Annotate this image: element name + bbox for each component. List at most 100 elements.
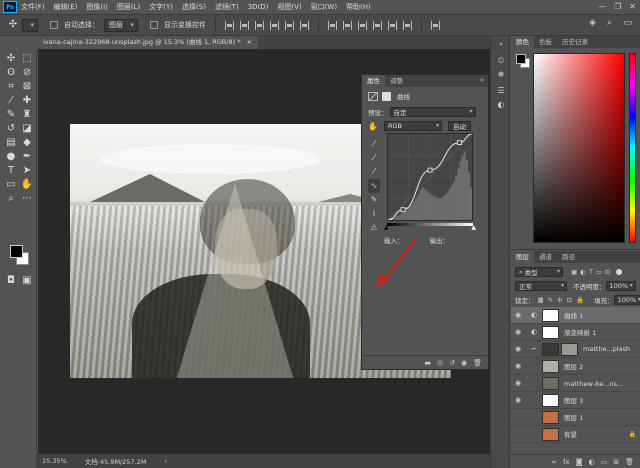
layer-thumbnail[interactable] — [542, 359, 559, 373]
move-tool-icon[interactable]: ✣ — [4, 52, 18, 66]
align-bottom-icon[interactable] — [255, 20, 264, 30]
tab-channels[interactable]: 通道 — [534, 251, 557, 263]
view-previous-icon[interactable]: ◎ — [437, 359, 443, 367]
tool-preset-dropdown[interactable] — [22, 18, 38, 32]
visibility-eye-icon[interactable]: ◉ — [512, 396, 524, 404]
layer-thumbnail[interactable] — [542, 393, 559, 407]
auto-select-dropdown[interactable]: 图层 — [104, 18, 138, 32]
move-tool-icon[interactable]: ✣ — [6, 18, 20, 32]
blur-tool-icon[interactable]: ◆ — [20, 136, 34, 150]
tab-history[interactable]: 历史记录 — [557, 36, 593, 48]
hand-tool-icon[interactable]: ✋ — [20, 178, 34, 192]
layer-row[interactable]: ◉ matthew-be...nsplash 拷贝 — [511, 375, 640, 392]
layer-row[interactable]: ◉ ◐ 渐变映射 1 — [511, 324, 640, 341]
tab-color[interactable]: 颜色 — [511, 36, 534, 48]
fx-icon[interactable]: fx — [563, 458, 570, 466]
visibility-icon[interactable]: ◉ — [461, 359, 467, 367]
visibility-eye-icon[interactable]: ◉ — [512, 430, 524, 438]
menu-view[interactable]: 视图(V) — [277, 2, 301, 12]
adjustments-icon[interactable]: ◐ — [496, 100, 506, 110]
layer-filter-dropdown[interactable]: ⌕ 类型 — [515, 267, 563, 277]
layer-thumbnail[interactable] — [542, 325, 559, 339]
tab-layers[interactable]: 图层 — [511, 251, 534, 263]
layer-mask-thumbnail[interactable] — [561, 342, 578, 356]
lasso-tool-icon[interactable]: ʘ — [4, 66, 18, 80]
layer-row[interactable]: ◉ 图层 2 — [511, 358, 640, 375]
stamp-tool-icon[interactable]: ♜ — [20, 108, 34, 122]
layer-thumbnail[interactable] — [542, 308, 559, 322]
new-layer-icon[interactable]: ⊞ — [613, 458, 619, 466]
zoom-tool-icon[interactable]: ⌕ — [4, 192, 18, 206]
distribute-left-icon[interactable] — [373, 20, 382, 30]
menu-select[interactable]: 选择(S) — [182, 2, 206, 12]
mask-icon[interactable] — [382, 91, 391, 101]
show-transform-checkbox[interactable] — [150, 21, 158, 29]
screen-mode-icon[interactable]: ▣ — [20, 274, 34, 288]
curve-graph[interactable] — [387, 133, 473, 221]
white-point-eyedropper-icon[interactable]: ⁄ — [368, 165, 380, 179]
history-brush-tool-icon[interactable]: ↺ — [4, 122, 18, 136]
visibility-eye-icon[interactable]: ◉ — [512, 362, 524, 370]
reset-icon[interactable]: ↺ — [449, 359, 455, 367]
link-icon[interactable]: ∞ — [551, 458, 557, 466]
menu-filter[interactable]: 滤镜(T) — [215, 2, 239, 12]
close-window-button[interactable]: ✕ — [629, 2, 636, 11]
layer-row[interactable]: ◉ ⌐ matthe...plash — [511, 341, 640, 358]
distribute-hcenter-icon[interactable] — [388, 20, 397, 30]
mask-icon[interactable]: ◙ — [576, 458, 583, 466]
adjustment-icon[interactable]: ◐ — [589, 458, 595, 466]
hue-slider[interactable] — [629, 53, 636, 243]
gradient-tool-icon[interactable]: ▤ — [4, 136, 18, 150]
dodge-tool-icon[interactable]: ● — [4, 150, 18, 164]
brush-settings-icon[interactable]: ❋ — [496, 70, 506, 80]
menu-3d[interactable]: 3D(D) — [248, 3, 269, 11]
path-select-tool-icon[interactable]: ➤ — [20, 164, 34, 178]
target-adjust-icon[interactable]: ✋ — [368, 122, 378, 131]
visibility-eye-icon[interactable]: ◉ — [512, 328, 524, 336]
status-arrow-icon[interactable]: › — [164, 457, 167, 465]
search-icon[interactable]: ⌕ — [607, 18, 612, 28]
menu-edit[interactable]: 编辑(E) — [54, 2, 78, 12]
distribute-top-icon[interactable] — [328, 20, 337, 30]
marquee-tool-icon[interactable]: ⬚ — [20, 52, 34, 66]
visibility-eye-icon[interactable]: ◉ — [512, 379, 524, 387]
tab-properties[interactable]: 属性 — [362, 75, 385, 87]
visibility-eye-icon[interactable]: ◉ — [512, 345, 524, 353]
align-hcenter-icon[interactable] — [285, 20, 294, 30]
trash-icon[interactable]: 🗑 — [473, 359, 482, 367]
filter-icons[interactable]: ▣◐T▭⊡ — [571, 268, 613, 276]
history-icon[interactable]: ⏲ — [496, 56, 506, 66]
layer-row[interactable]: ◉ 背景 🔒 — [511, 426, 640, 443]
properties-icon[interactable]: ☰ — [496, 86, 506, 96]
collapse-icon[interactable]: « — [480, 76, 484, 84]
align-left-icon[interactable] — [270, 20, 279, 30]
distribute-bottom-icon[interactable] — [358, 20, 367, 30]
trash-icon[interactable]: 🗑 — [625, 458, 634, 466]
frame-tool-icon[interactable]: ⊠ — [20, 80, 34, 94]
3d-mode-icon[interactable]: ◈ — [589, 18, 596, 28]
visibility-eye-icon[interactable]: ◉ — [512, 311, 524, 319]
white-slider-icon[interactable]: ▲ — [471, 224, 476, 231]
menu-type[interactable]: 文字(Y) — [149, 2, 173, 12]
align-top-icon[interactable] — [225, 20, 234, 30]
menu-image[interactable]: 图像(I) — [86, 2, 108, 12]
document-tab[interactable]: ivana-cajina-322968-unsplash.jpg @ 15.3%… — [37, 36, 258, 49]
clipping-warning-icon[interactable]: ⚠ — [368, 221, 380, 235]
filter-toggle-icon[interactable] — [616, 269, 623, 275]
black-slider-icon[interactable]: ▲ — [384, 224, 389, 231]
input-gradient[interactable]: ▲ ▲ — [384, 223, 476, 231]
eraser-tool-icon[interactable]: ◪ — [20, 122, 34, 136]
dock-expand-icon[interactable]: » — [496, 40, 506, 50]
type-tool-icon[interactable]: T — [4, 164, 18, 178]
curve-point-tool-icon[interactable]: ∿ — [368, 179, 380, 193]
close-doc-icon[interactable]: × — [247, 38, 252, 46]
tab-swatches[interactable]: 色板 — [534, 36, 557, 48]
blend-mode-dropdown[interactable]: 正常 — [515, 281, 567, 291]
healing-tool-icon[interactable]: ✚ — [20, 94, 34, 108]
visibility-eye-icon[interactable]: ◉ — [512, 413, 524, 421]
layer-thumbnail[interactable] — [542, 427, 559, 441]
black-point-eyedropper-icon[interactable]: ⁄ — [368, 137, 380, 151]
distribute-right-icon[interactable] — [403, 20, 412, 30]
gray-point-eyedropper-icon[interactable]: ⁄ — [368, 151, 380, 165]
layer-row[interactable]: ◉ 图层 3 — [511, 392, 640, 409]
